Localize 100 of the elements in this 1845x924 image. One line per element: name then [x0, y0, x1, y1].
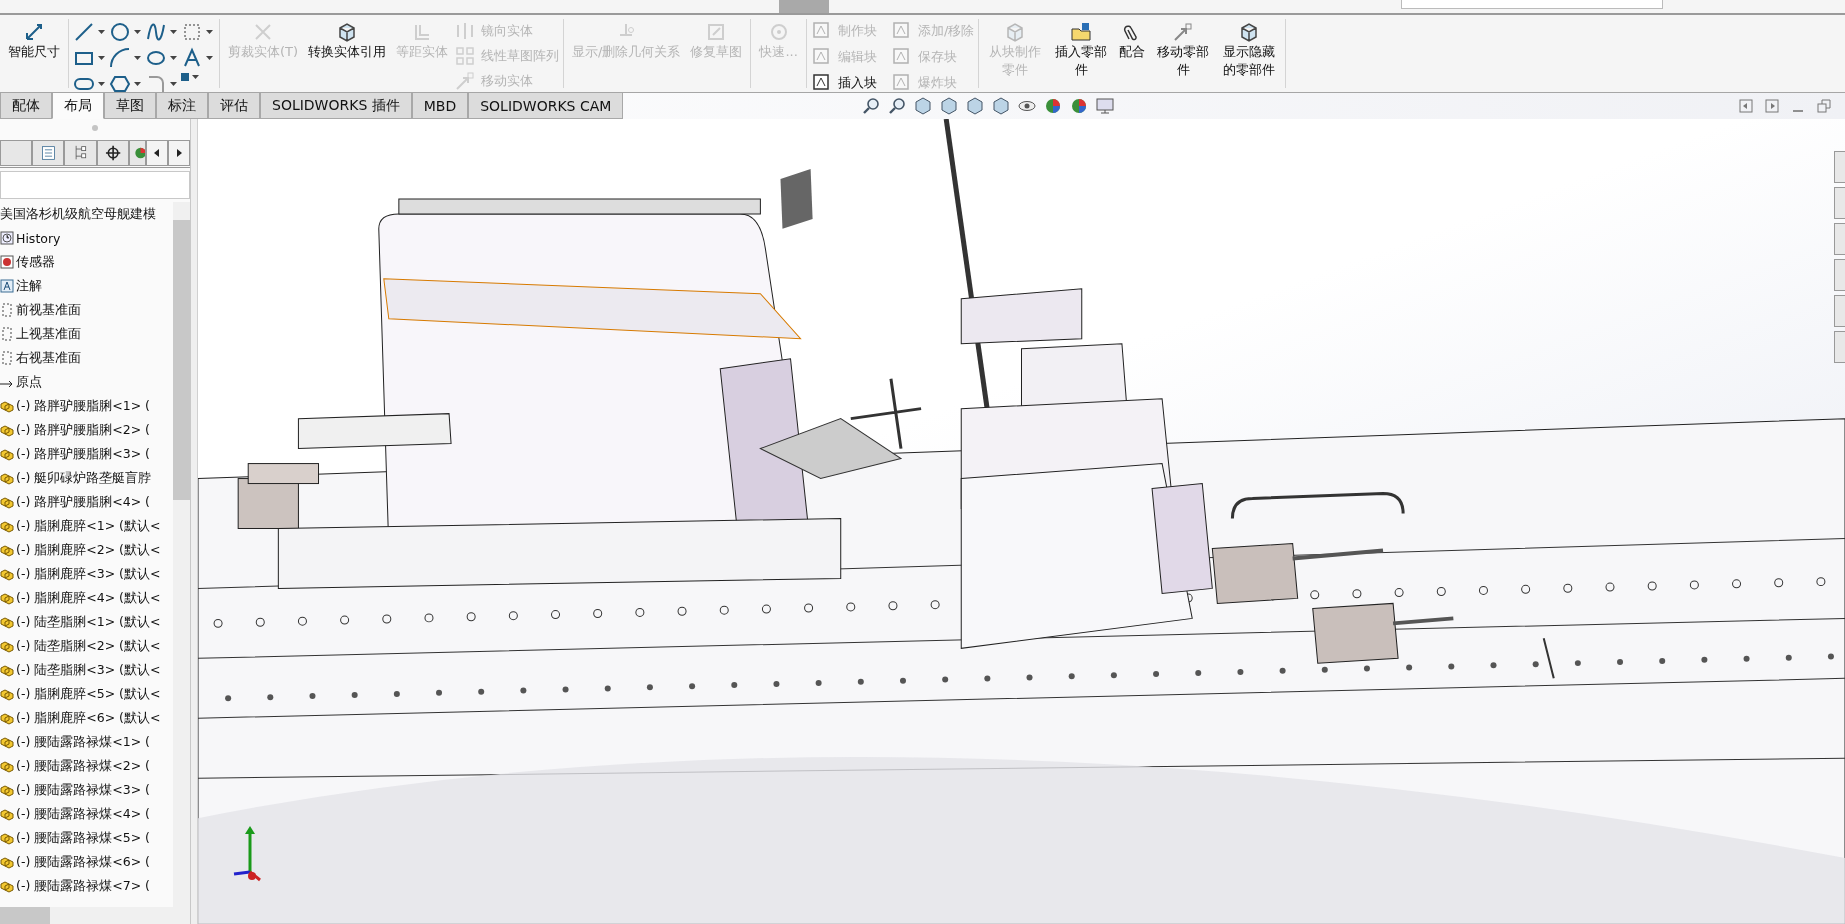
sketch-tool-button[interactable]	[73, 21, 107, 43]
tree-item[interactable]: (-) 艇卯碌炉路垄艇盲脖	[16, 469, 152, 487]
scroll-right-button[interactable]	[168, 140, 190, 166]
tree-item[interactable]: (-) 脂脷鹿脺<3> (默认<	[16, 565, 161, 583]
tree-item[interactable]: (-) 路胖驴腰脂脷<1> (	[16, 397, 150, 415]
panel-collapse-handle[interactable]	[191, 119, 198, 924]
tile-right-icon[interactable]	[1765, 99, 1779, 113]
tree-item[interactable]: (-) 腰陆露路禄煤<3> (	[16, 781, 150, 799]
tree-item[interactable]: (-) 腰陆露路禄煤<4> (	[16, 805, 150, 823]
sketch-tool-button[interactable]	[109, 21, 143, 43]
splitter-handle[interactable]	[92, 124, 98, 131]
spline-icon	[145, 21, 167, 43]
tree-item[interactable]: (-) 腰陆露路禄煤<1> (	[16, 733, 150, 751]
filter-field[interactable]	[0, 171, 190, 199]
tree-item[interactable]: (-) 腰陆露路禄煤<6> (	[16, 853, 150, 871]
caret-icon[interactable]	[98, 82, 105, 86]
property-list-icon[interactable]	[32, 140, 65, 166]
horizontal-scrollbar[interactable]	[0, 907, 190, 924]
caret-icon[interactable]	[134, 82, 141, 86]
part-cubes-icon	[0, 879, 14, 893]
folder-icon	[1070, 21, 1093, 43]
ribbon-tab[interactable]: 配体	[0, 93, 52, 119]
tree-item[interactable]: (-) 腰陆露路禄煤<5> (	[16, 829, 150, 847]
tree-item[interactable]: (-) 陆垄脂脷<3> (默认<	[16, 661, 161, 679]
part-cubes-icon	[0, 615, 14, 629]
tree-item[interactable]: (-) 脂脷鹿脺<4> (默认<	[16, 589, 161, 607]
part-cubes-icon	[0, 711, 14, 725]
magnifier-icon[interactable]	[887, 96, 908, 116]
tree-item[interactable]: (-) 路胖驴腰脂脷<2> (	[16, 421, 150, 439]
text-icon	[181, 47, 203, 69]
tree-item[interactable]: 原点	[16, 373, 42, 391]
assembly-command-button[interactable]: 移动零部件	[1151, 19, 1216, 81]
ribbon-tab[interactable]: 布局	[52, 93, 104, 119]
part-cubes-icon	[0, 831, 14, 845]
polygon-icon	[109, 73, 131, 95]
tile-left-icon[interactable]	[1739, 99, 1753, 113]
search-field[interactable]	[1401, 0, 1663, 9]
sketch-command-button[interactable]: 转换实体引用	[304, 19, 391, 63]
part-cubes-icon	[0, 855, 14, 869]
assembly-command-button[interactable]: 插入零部件	[1049, 19, 1114, 81]
tree-item[interactable]: 上视基准面	[16, 325, 81, 343]
ribbon-tab[interactable]: 草图	[104, 93, 156, 119]
caret-icon[interactable]	[192, 75, 199, 79]
sketch-tool-button[interactable]	[181, 47, 215, 69]
part-cubes-icon	[0, 759, 14, 773]
monitor-icon[interactable]	[1095, 96, 1116, 116]
tree-item[interactable]: (-) 腰陆露路禄煤<7> (	[16, 877, 150, 895]
part-cubes-icon	[0, 567, 14, 581]
tree-item[interactable]: (-) 陆垄脂脷<2> (默认<	[16, 637, 161, 655]
block-command-button[interactable]: 插入块	[810, 71, 877, 94]
cube-icon[interactable]	[991, 96, 1012, 116]
tree-item[interactable]: (-) 脂脷鹿脺<5> (默认<	[16, 685, 161, 703]
sketch-tool-button[interactable]	[109, 47, 143, 69]
crosshair-icon[interactable]	[96, 140, 129, 166]
tree-item[interactable]: (-) 路胖驴腰脂脷<3> (	[16, 445, 150, 463]
caret-icon[interactable]	[170, 82, 177, 86]
cube-icon[interactable]	[939, 96, 960, 116]
plane-icon	[0, 351, 14, 365]
grid-icon	[181, 21, 203, 43]
tree-root-item[interactable]: 美国洛杉机级航空母舰建模	[0, 202, 173, 226]
caret-icon[interactable]	[206, 56, 213, 60]
caret-icon[interactable]	[134, 56, 141, 60]
tree-item[interactable]: 传感器	[16, 253, 55, 271]
tree-item[interactable]: 右视基准面	[16, 349, 81, 367]
caret-icon[interactable]	[170, 56, 177, 60]
caret-icon[interactable]	[134, 30, 141, 34]
ribbon-tab[interactable]: 评估	[208, 93, 260, 119]
cube-icon[interactable]	[913, 96, 934, 116]
part-cubes-icon	[0, 687, 14, 701]
tree-item[interactable]: (-) 脂脷鹿脺<1> (默认<	[16, 517, 161, 535]
sketch-tool-button[interactable]	[145, 21, 179, 43]
tree-item[interactable]: 前视基准面	[16, 301, 81, 319]
restore-icon[interactable]	[1817, 99, 1831, 113]
magnifier-icon[interactable]	[861, 96, 882, 116]
ribbon-tab[interactable]: SOLIDWORKS 插件	[260, 93, 412, 119]
caret-icon[interactable]	[170, 30, 177, 34]
part-cubes-icon	[0, 807, 14, 821]
caret-icon[interactable]	[98, 56, 105, 60]
ribbon-tab[interactable]: 标注	[156, 93, 208, 119]
tree-item[interactable]: (-) 路胖驴腰脂脷<4> (	[16, 493, 150, 511]
tree-item[interactable]: (-) 腰陆露路禄煤<2> (	[16, 757, 150, 775]
vertical-scrollbar[interactable]	[173, 202, 190, 907]
caret-icon[interactable]	[98, 30, 105, 34]
move-icon	[454, 69, 477, 92]
tree-item[interactable]: (-) 陆垄脂脷<1> (默认<	[16, 613, 161, 631]
tree-item[interactable]: 注解	[16, 277, 42, 295]
tree-item[interactable]: (-) 脂脷鹿脺<2> (默认<	[16, 541, 161, 559]
smart-dimension-button[interactable]: 智能尺寸	[4, 19, 64, 63]
ribbon-tab[interactable]: MBD	[411, 93, 469, 119]
caret-icon[interactable]	[206, 30, 213, 34]
scroll-left-button[interactable]	[146, 140, 168, 166]
sketch-tool-button[interactable]	[109, 73, 143, 95]
assembly-command-button[interactable]: 配合	[1115, 19, 1150, 63]
part-cubes-icon	[0, 663, 14, 677]
tree-item[interactable]: (-) 脂脷鹿脺<6> (默认<	[16, 709, 161, 727]
assembly-command-button[interactable]: 显示隐藏的零部件	[1217, 19, 1282, 81]
cube-icon[interactable]	[965, 96, 986, 116]
tree-item[interactable]: History	[16, 230, 61, 246]
ribbon-tab[interactable]: SOLIDWORKS CAM	[468, 93, 624, 119]
part-cubes-icon	[0, 639, 14, 653]
